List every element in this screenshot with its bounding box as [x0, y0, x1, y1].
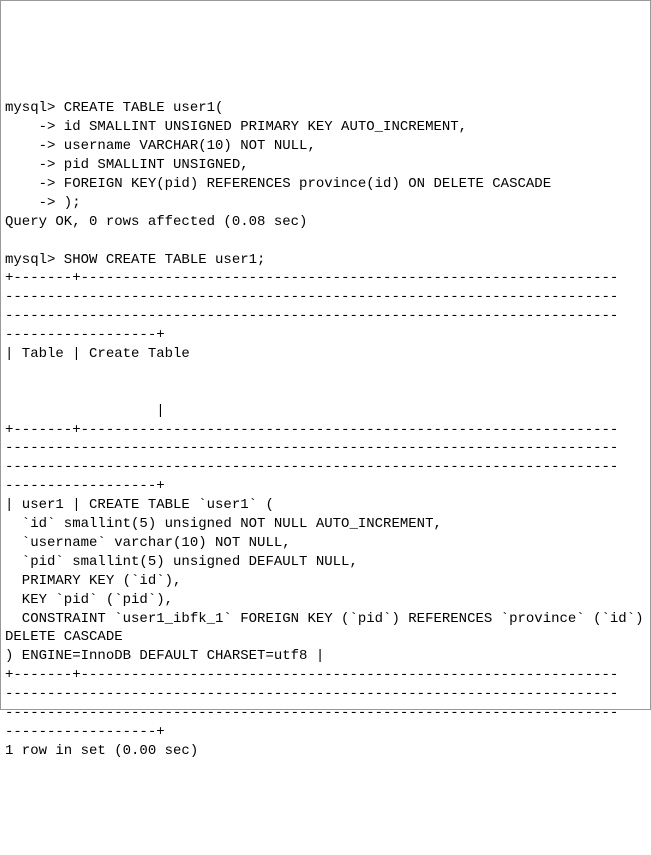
- line-9: +-------+-------------------------------…: [5, 270, 618, 286]
- line-5: -> );: [5, 195, 81, 211]
- line-8: mysql> SHOW CREATE TABLE user1;: [5, 252, 265, 268]
- line-30: +-------+-------------------------------…: [5, 667, 618, 683]
- line-16: |: [5, 403, 165, 419]
- line-6: Query OK, 0 rows affected (0.08 sec): [5, 214, 307, 230]
- line-1: -> id SMALLINT UNSIGNED PRIMARY KEY AUTO…: [5, 119, 467, 135]
- line-22: `id` smallint(5) unsigned NOT NULL AUTO_…: [5, 516, 442, 532]
- line-31: ----------------------------------------…: [5, 686, 618, 702]
- line-33: ------------------+: [5, 724, 165, 740]
- line-17: +-------+-------------------------------…: [5, 422, 618, 438]
- line-2: -> username VARCHAR(10) NOT NULL,: [5, 138, 316, 154]
- line-25: PRIMARY KEY (`id`),: [5, 573, 181, 589]
- line-19: ----------------------------------------…: [5, 459, 618, 475]
- line-10: ----------------------------------------…: [5, 289, 618, 305]
- line-11: ----------------------------------------…: [5, 308, 618, 324]
- line-4: -> FOREIGN KEY(pid) REFERENCES province(…: [5, 176, 551, 192]
- line-32: ----------------------------------------…: [5, 705, 618, 721]
- line-18: ----------------------------------------…: [5, 440, 618, 456]
- line-12: ------------------+: [5, 327, 165, 343]
- line-3: -> pid SMALLINT UNSIGNED,: [5, 157, 249, 173]
- line-28: DELETE CASCADE: [5, 629, 123, 645]
- line-23: `username` varchar(10) NOT NULL,: [5, 535, 291, 551]
- line-13: | Table | Create Table: [5, 346, 190, 362]
- line-26: KEY `pid` (`pid`),: [5, 592, 173, 608]
- terminal-output: mysql> CREATE TABLE user1( -> id SMALLIN…: [5, 81, 646, 761]
- line-34: 1 row in set (0.00 sec): [5, 743, 198, 759]
- line-20: ------------------+: [5, 478, 165, 494]
- line-24: `pid` smallint(5) unsigned DEFAULT NULL,: [5, 554, 358, 570]
- line-29: ) ENGINE=InnoDB DEFAULT CHARSET=utf8 |: [5, 648, 324, 664]
- line-27: CONSTRAINT `user1_ibfk_1` FOREIGN KEY (`…: [5, 611, 651, 627]
- line-0: mysql> CREATE TABLE user1(: [5, 100, 223, 116]
- line-21: | user1 | CREATE TABLE `user1` (: [5, 497, 274, 513]
